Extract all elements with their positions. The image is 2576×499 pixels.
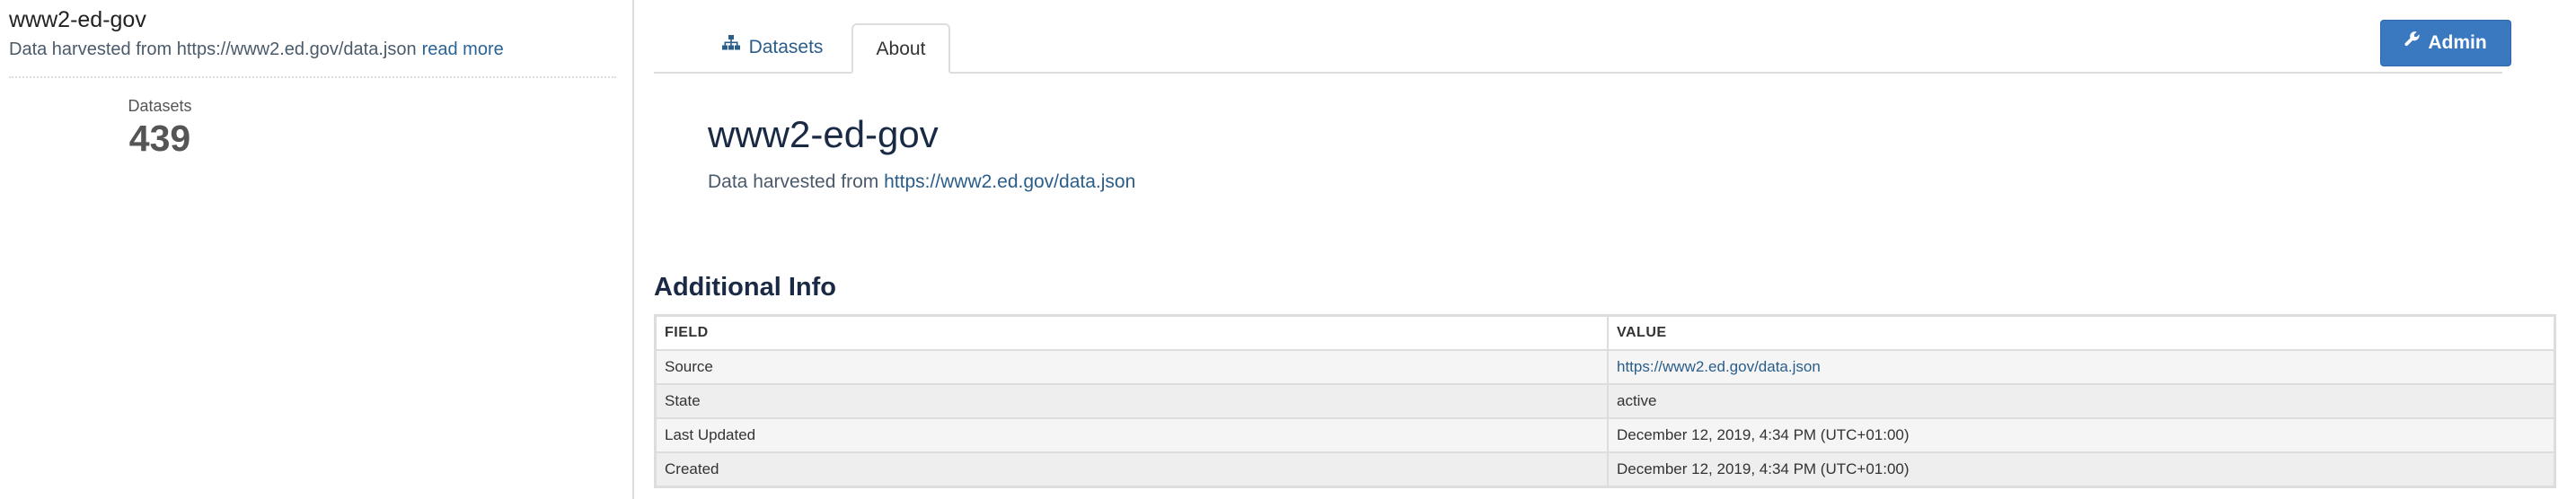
sidebar-divider — [9, 76, 616, 78]
datasets-stat-label: Datasets — [128, 97, 192, 115]
table-row: Created December 12, 2019, 4:34 PM (UTC+… — [654, 451, 2556, 488]
about-source-link[interactable]: https://www2.ed.gov/data.json — [884, 171, 1135, 192]
datasets-stat: Datasets 439 — [99, 95, 221, 160]
table-row: Last Updated December 12, 2019, 4:34 PM … — [654, 417, 2556, 453]
table-row: Source https://www2.ed.gov/data.json — [654, 349, 2556, 385]
main-content: Datasets About Admin www2-ed-gov Data ha… — [634, 0, 2576, 499]
table-row: State active — [654, 383, 2556, 419]
field-cell: Created — [654, 451, 1609, 488]
tab-about[interactable]: About — [851, 23, 950, 74]
table-header-row: FIELD VALUE — [654, 314, 2556, 351]
additional-info-heading: Additional Info — [654, 273, 836, 302]
admin-button[interactable]: Admin — [2380, 20, 2511, 66]
organization-description-text: Data harvested from https://www2.ed.gov/… — [9, 39, 417, 59]
field-cell: State — [654, 383, 1609, 419]
organization-title: www2-ed-gov — [9, 7, 146, 32]
admin-button-label: Admin — [2428, 32, 2487, 53]
tab-datasets-label: Datasets — [748, 37, 824, 57]
read-more-link[interactable]: read more — [422, 39, 504, 59]
additional-info-table: FIELD VALUE Source https://www2.ed.gov/d… — [654, 314, 2556, 488]
value-cell: https://www2.ed.gov/data.json — [1607, 349, 2556, 385]
about-description-text: Data harvested from — [708, 171, 885, 192]
source-link[interactable]: https://www2.ed.gov/data.json — [1617, 358, 1821, 375]
value-cell: December 12, 2019, 4:34 PM (UTC+01:00) — [1607, 417, 2556, 453]
field-cell: Last Updated — [654, 417, 1609, 453]
value-cell: December 12, 2019, 4:34 PM (UTC+01:00) — [1607, 451, 2556, 488]
sitemap-icon — [721, 22, 740, 70]
about-description: Data harvested from https://www2.ed.gov/… — [708, 169, 1135, 196]
about-title: www2-ed-gov — [708, 113, 939, 155]
content-tabs: Datasets About — [654, 23, 2502, 74]
value-cell: active — [1607, 383, 2556, 419]
page: www2-ed-gov Data harvested from https://… — [0, 0, 2576, 499]
tab-about-label: About — [876, 39, 926, 59]
column-header-value: VALUE — [1607, 314, 2556, 351]
sidebar: www2-ed-gov Data harvested from https://… — [0, 0, 634, 499]
column-header-field: FIELD — [654, 314, 1609, 351]
field-cell: Source — [654, 349, 1609, 385]
datasets-stat-count: 439 — [128, 118, 191, 159]
organization-description: Data harvested from https://www2.ed.gov/… — [9, 36, 504, 63]
tab-datasets[interactable]: Datasets — [701, 23, 844, 72]
wrench-icon — [2404, 19, 2421, 64]
